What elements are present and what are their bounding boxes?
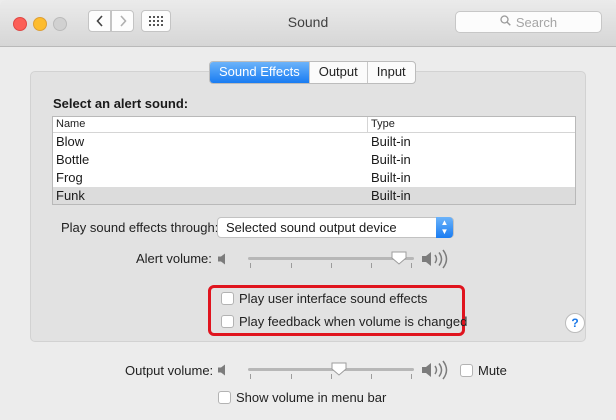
tab-input[interactable]: Input xyxy=(366,62,415,83)
speaker-high-icon xyxy=(422,360,448,380)
mute-checkbox[interactable] xyxy=(460,364,473,377)
table-row[interactable]: Blow Built-in xyxy=(53,133,575,151)
help-button[interactable]: ? xyxy=(565,313,585,333)
menu-bar-label[interactable]: Show volume in menu bar xyxy=(236,390,386,405)
output-volume-label: Output volume: xyxy=(125,363,214,378)
table-row-selected[interactable]: Funk Built-in xyxy=(53,187,575,204)
sound-name: Blow xyxy=(56,134,85,149)
slider-tick xyxy=(291,374,292,379)
slider-knob[interactable] xyxy=(331,362,347,376)
slider-tick xyxy=(411,263,412,268)
title-bar: Sound Search xyxy=(0,0,616,47)
alert-sound-table[interactable]: Name Type Blow Built-in Bottle Built-in … xyxy=(52,116,576,205)
search-placeholder: Search xyxy=(515,14,558,30)
speaker-high-icon xyxy=(422,249,448,269)
ui-sounds-label[interactable]: Play user interface sound effects xyxy=(239,291,427,306)
magnifier-icon xyxy=(500,15,511,29)
column-header-name[interactable]: Name xyxy=(56,118,85,130)
slider-knob[interactable] xyxy=(391,251,407,265)
speaker-low-icon xyxy=(218,364,225,376)
output-volume-slider[interactable] xyxy=(248,359,414,383)
feedback-label[interactable]: Play feedback when volume is changed xyxy=(239,314,467,329)
play-through-label: Play sound effects through: xyxy=(61,220,219,235)
ui-sounds-checkbox[interactable] xyxy=(221,292,234,305)
search-field[interactable]: Search xyxy=(455,11,602,33)
slider-tick xyxy=(371,374,372,379)
slider-tick xyxy=(331,263,332,268)
slider-tick xyxy=(411,374,412,379)
table-header: Name Type xyxy=(53,117,575,133)
popup-arrows-icon: ▲ ▼ xyxy=(436,217,453,238)
slider-tick xyxy=(250,374,251,379)
mute-label[interactable]: Mute xyxy=(478,363,507,378)
sound-name: Frog xyxy=(56,170,83,185)
sound-type: Built-in xyxy=(371,152,411,167)
alert-volume-slider[interactable] xyxy=(248,248,414,272)
slider-track xyxy=(248,257,414,260)
slider-tick xyxy=(291,263,292,268)
sound-name: Bottle xyxy=(56,152,90,167)
sound-preferences-window: Sound Search Sound Effects Output Input … xyxy=(0,0,616,420)
column-divider xyxy=(367,117,368,132)
feedback-checkbox[interactable] xyxy=(221,315,234,328)
table-row[interactable]: Bottle Built-in xyxy=(53,151,575,169)
speaker-low-icon xyxy=(218,253,225,265)
column-header-type[interactable]: Type xyxy=(371,118,395,130)
sound-type: Built-in xyxy=(371,188,411,203)
slider-tick xyxy=(250,263,251,268)
alert-sound-heading: Select an alert sound: xyxy=(53,96,189,111)
alert-volume-label: Alert volume: xyxy=(136,251,212,266)
menu-bar-checkbox[interactable] xyxy=(218,391,231,404)
sound-name: Funk xyxy=(56,188,85,203)
sound-type: Built-in xyxy=(371,134,411,149)
tab-sound-effects[interactable]: Sound Effects xyxy=(210,62,309,83)
slider-tick xyxy=(371,263,372,268)
play-through-popup[interactable]: Selected sound output device ▲ ▼ xyxy=(217,217,454,238)
tab-output[interactable]: Output xyxy=(308,62,367,83)
question-mark-icon: ? xyxy=(571,316,579,330)
sound-type: Built-in xyxy=(371,170,411,185)
table-row[interactable]: Frog Built-in xyxy=(53,169,575,187)
play-through-value: Selected sound output device xyxy=(226,220,397,235)
tab-bar: Sound Effects Output Input xyxy=(209,61,416,84)
